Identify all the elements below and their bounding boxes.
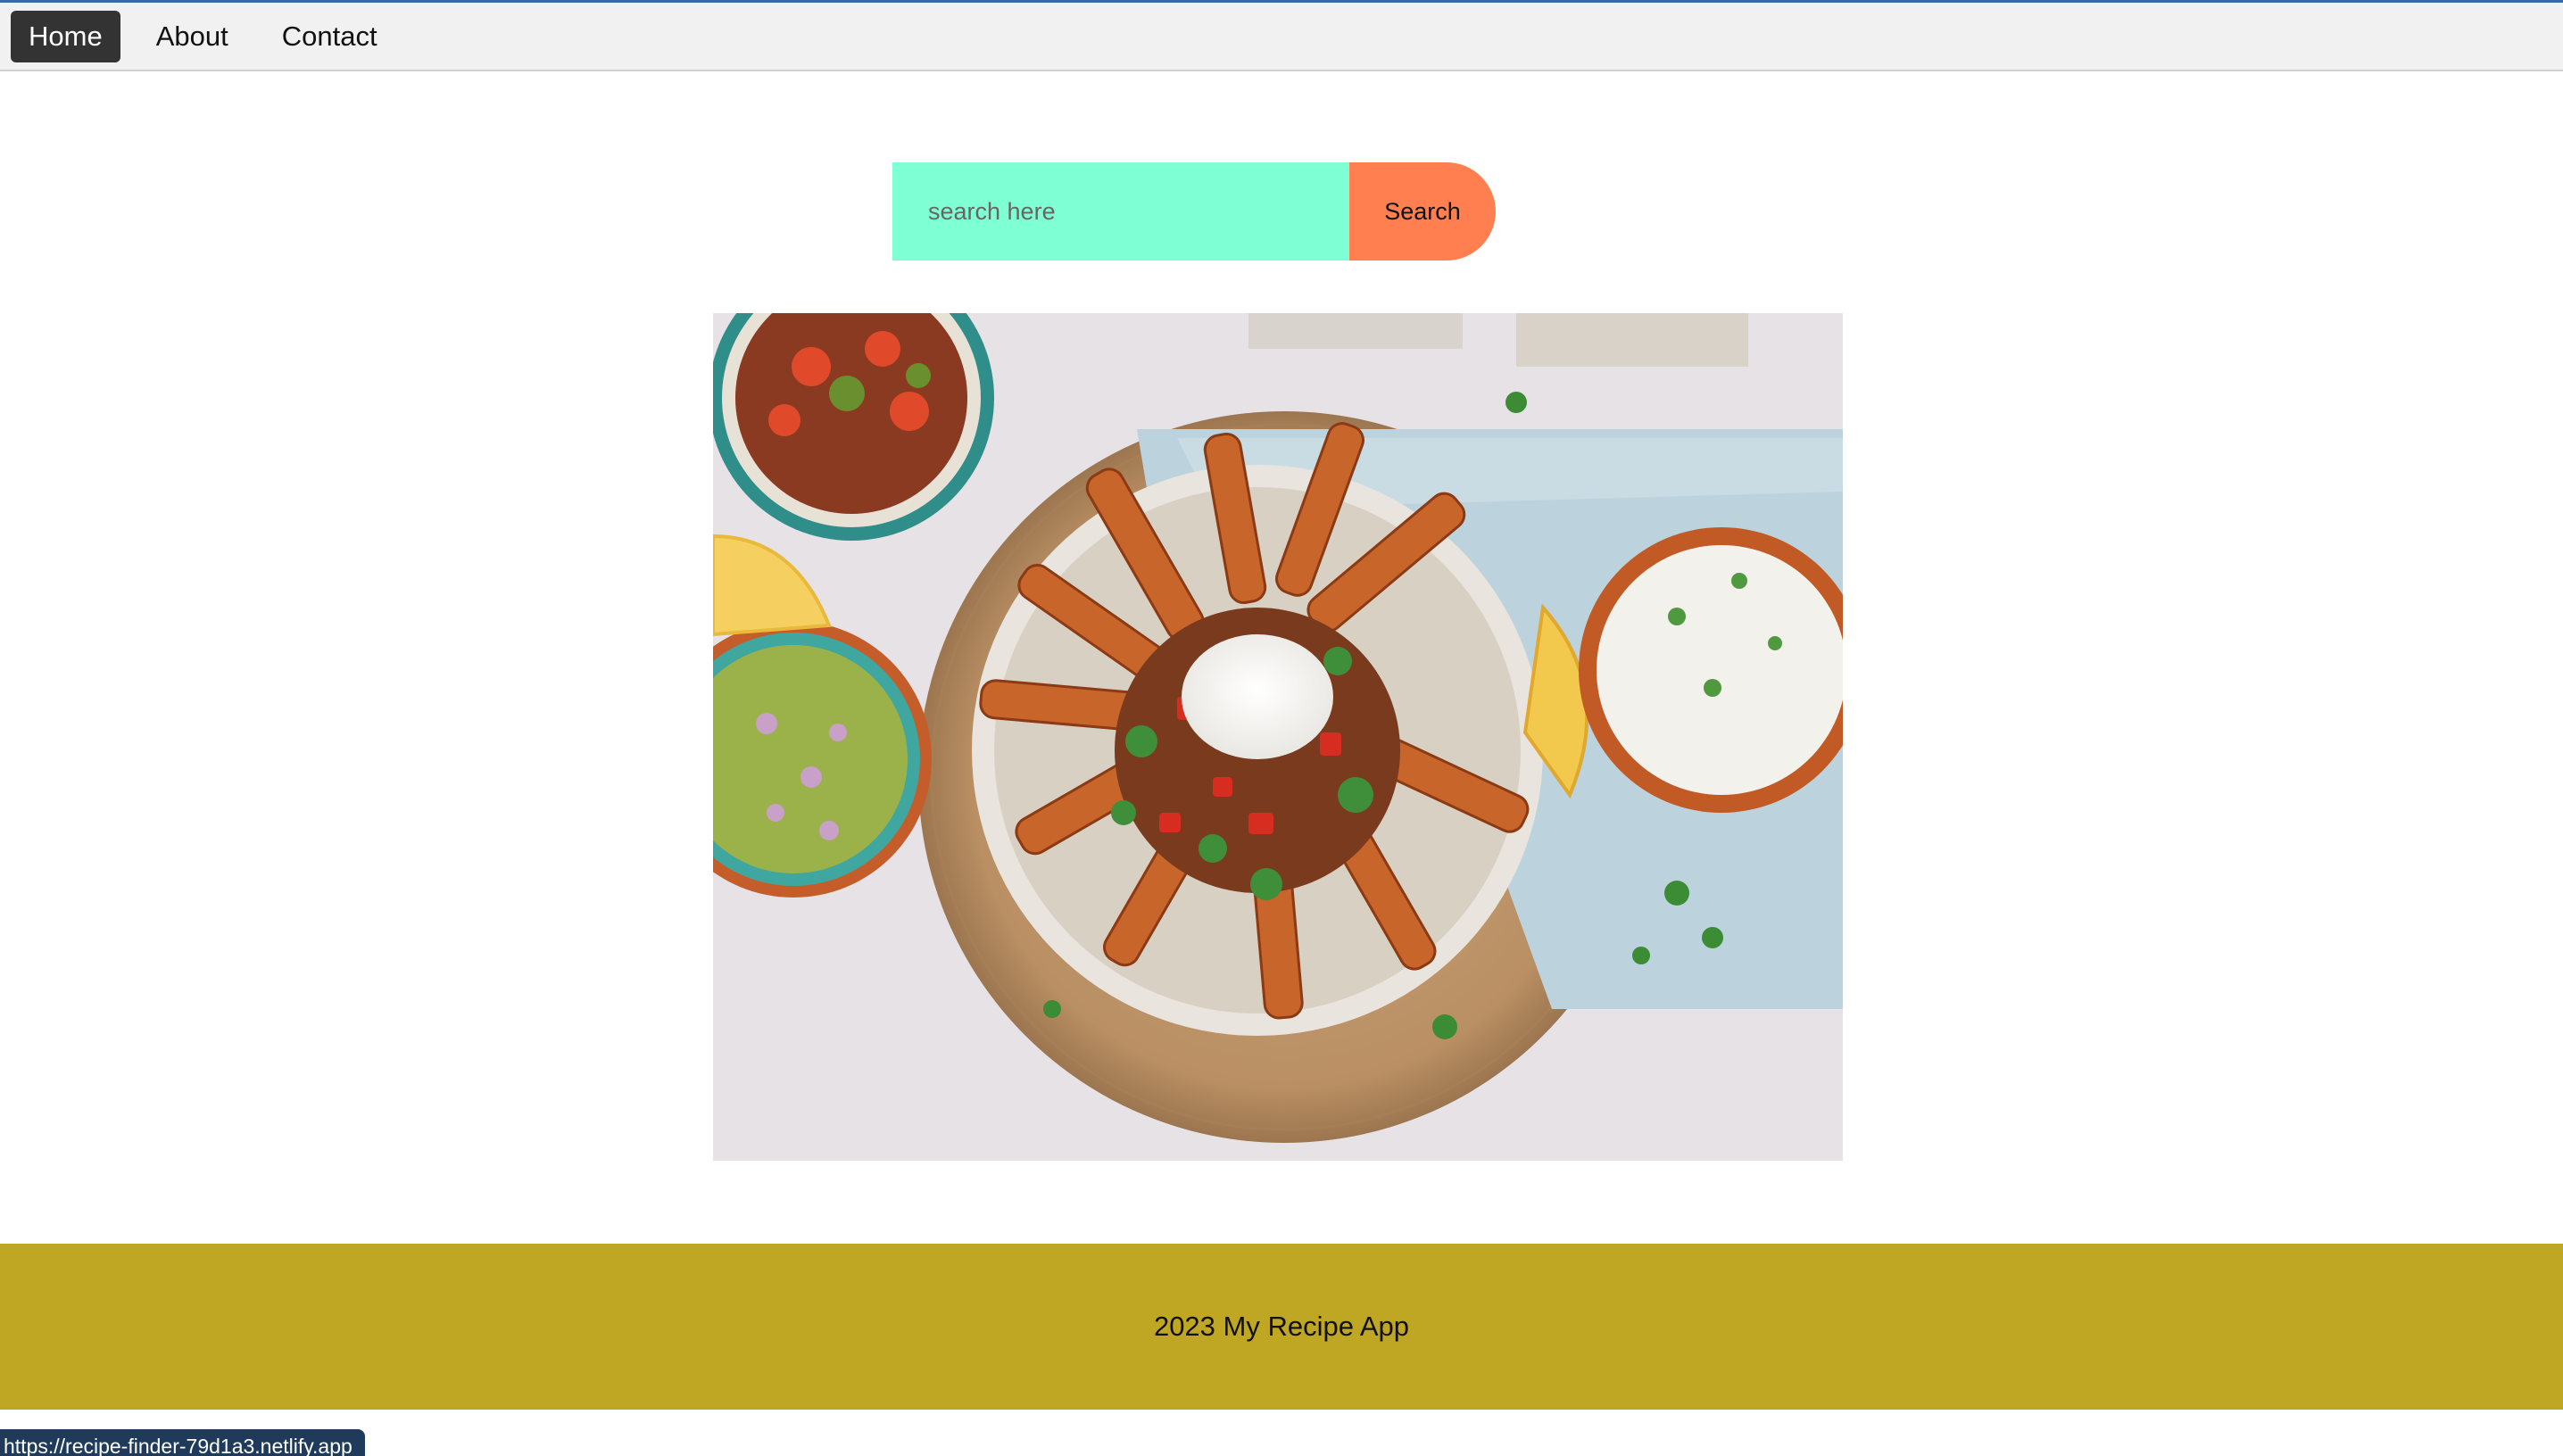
search-button[interactable]: Search bbox=[1349, 162, 1496, 261]
nav-link-contact[interactable]: Contact bbox=[264, 11, 395, 62]
search-input[interactable] bbox=[892, 162, 1349, 261]
page-footer: 2023 My Recipe App bbox=[0, 1244, 2563, 1410]
food-photo-icon bbox=[713, 313, 1843, 1161]
top-navigation: Home About Contact bbox=[0, 0, 2563, 71]
footer-copyright: 2023 My Recipe App bbox=[1153, 1311, 1410, 1342]
status-bar-url: https://recipe-finder-79d1a3.netlify.app bbox=[0, 1429, 365, 1456]
nav-link-home[interactable]: Home bbox=[11, 10, 120, 62]
search-form: Search bbox=[892, 162, 1496, 261]
hero-food-image bbox=[713, 313, 1843, 1161]
nav-link-about[interactable]: About bbox=[138, 11, 246, 62]
